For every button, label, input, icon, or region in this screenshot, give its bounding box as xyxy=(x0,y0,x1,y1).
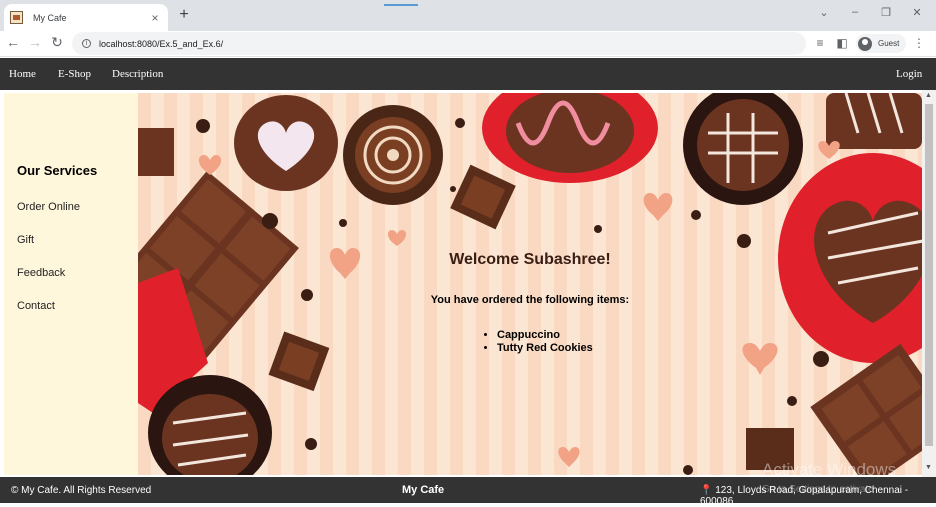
activate-windows-watermark: Activate Windows xyxy=(762,460,897,479)
footer-brand: My Cafe xyxy=(402,484,445,496)
hero-section: Welcome Subashree! You have ordered the … xyxy=(138,93,922,475)
back-arrow-icon[interactable]: ← xyxy=(4,34,22,50)
ordered-text: You have ordered the following items: xyxy=(430,294,630,306)
profile-button[interactable]: Guest xyxy=(856,34,906,53)
menu-kebab-icon[interactable]: ⋮ xyxy=(911,36,927,50)
browser-tab[interactable]: My Cafe × xyxy=(4,4,168,31)
close-window-button[interactable]: ✕ xyxy=(907,6,927,19)
map-pin-icon: 📍 xyxy=(700,485,713,496)
tab-search-icon[interactable]: ⌄ xyxy=(814,6,834,19)
ordered-items-list: Cappuccino Tutty Red Cookies xyxy=(482,329,593,355)
nav-description-link[interactable]: Description xyxy=(112,68,163,80)
avatar-icon xyxy=(858,36,872,51)
nav-eshop-link[interactable]: E-Shop xyxy=(58,68,91,80)
scroll-up-icon[interactable]: ▲ xyxy=(925,92,932,99)
sidebar-item-gift[interactable]: Gift xyxy=(17,234,34,246)
list-item: Cappuccino xyxy=(497,329,593,342)
tab-title: My Cafe xyxy=(33,12,67,23)
new-tab-button[interactable]: + xyxy=(176,6,192,24)
page-scrollbar[interactable]: ▲ ▼ xyxy=(922,90,936,477)
address-bar[interactable]: i localhost:8080/Ex.5_and_Ex.6/ xyxy=(72,32,806,55)
browser-toolbar: ← → ↻ i localhost:8080/Ex.5_and_Ex.6/ ≡ … xyxy=(0,31,936,57)
site-info-icon[interactable]: i xyxy=(82,39,91,48)
nav-home-link[interactable]: Home xyxy=(9,68,36,80)
scroll-down-icon[interactable]: ▼ xyxy=(925,464,932,471)
forward-arrow-icon[interactable]: → xyxy=(26,34,44,50)
welcome-heading: Welcome Subashree! xyxy=(449,251,611,268)
reading-list-icon[interactable]: ≡ xyxy=(812,36,828,50)
sidebar-item-order-online[interactable]: Order Online xyxy=(17,201,80,213)
tab-indicator xyxy=(384,4,418,6)
sidebar-item-contact[interactable]: Contact xyxy=(17,300,55,312)
minimize-button[interactable]: – xyxy=(845,6,865,18)
profile-label: Guest xyxy=(878,39,900,48)
close-tab-icon[interactable]: × xyxy=(148,11,162,25)
chocolate-background-image xyxy=(138,93,922,475)
sidebar-item-feedback[interactable]: Feedback xyxy=(17,267,65,279)
activate-windows-subtext: Go to Settings to activate xyxy=(762,484,874,495)
browser-tab-strip: My Cafe × + ⌄ – ❐ ✕ xyxy=(0,0,936,31)
list-item: Tutty Red Cookies xyxy=(497,342,593,355)
site-navbar: Home E-Shop Description Login xyxy=(0,58,936,90)
url-text[interactable]: localhost:8080/Ex.5_and_Ex.6/ xyxy=(99,39,223,49)
sidebar-heading: Our Services xyxy=(17,163,98,178)
scrollbar-thumb[interactable] xyxy=(925,104,933,446)
restore-button[interactable]: ❐ xyxy=(876,6,896,19)
nav-login-link[interactable]: Login xyxy=(896,68,922,80)
reload-icon[interactable]: ↻ xyxy=(48,34,66,51)
side-panel-icon[interactable]: ◧ xyxy=(834,36,850,50)
footer-copyright: © My Cafe. All Rights Reserved xyxy=(11,485,152,496)
services-sidebar: Our Services Order Online Gift Feedback … xyxy=(4,93,138,475)
site-favicon-icon xyxy=(10,11,23,24)
